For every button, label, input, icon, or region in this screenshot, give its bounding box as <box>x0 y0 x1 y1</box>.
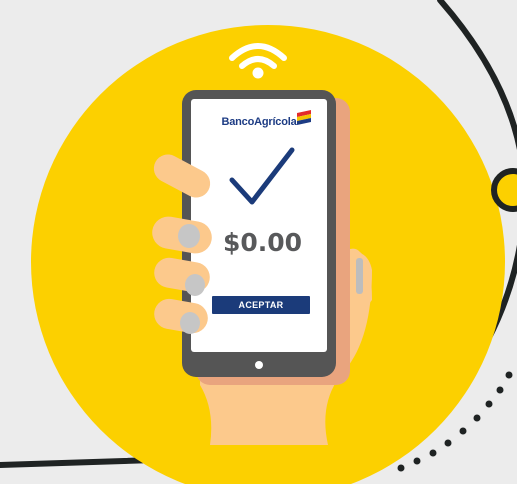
accept-button[interactable]: ACEPTAR <box>212 296 310 314</box>
phone-side-button <box>356 258 363 294</box>
phone-screen <box>191 99 327 352</box>
payment-amount: $0.00 <box>222 228 303 257</box>
home-button-icon[interactable] <box>255 361 263 369</box>
connector-knob <box>491 168 517 212</box>
bank-logo-text: BancoAgrícola <box>221 116 297 128</box>
